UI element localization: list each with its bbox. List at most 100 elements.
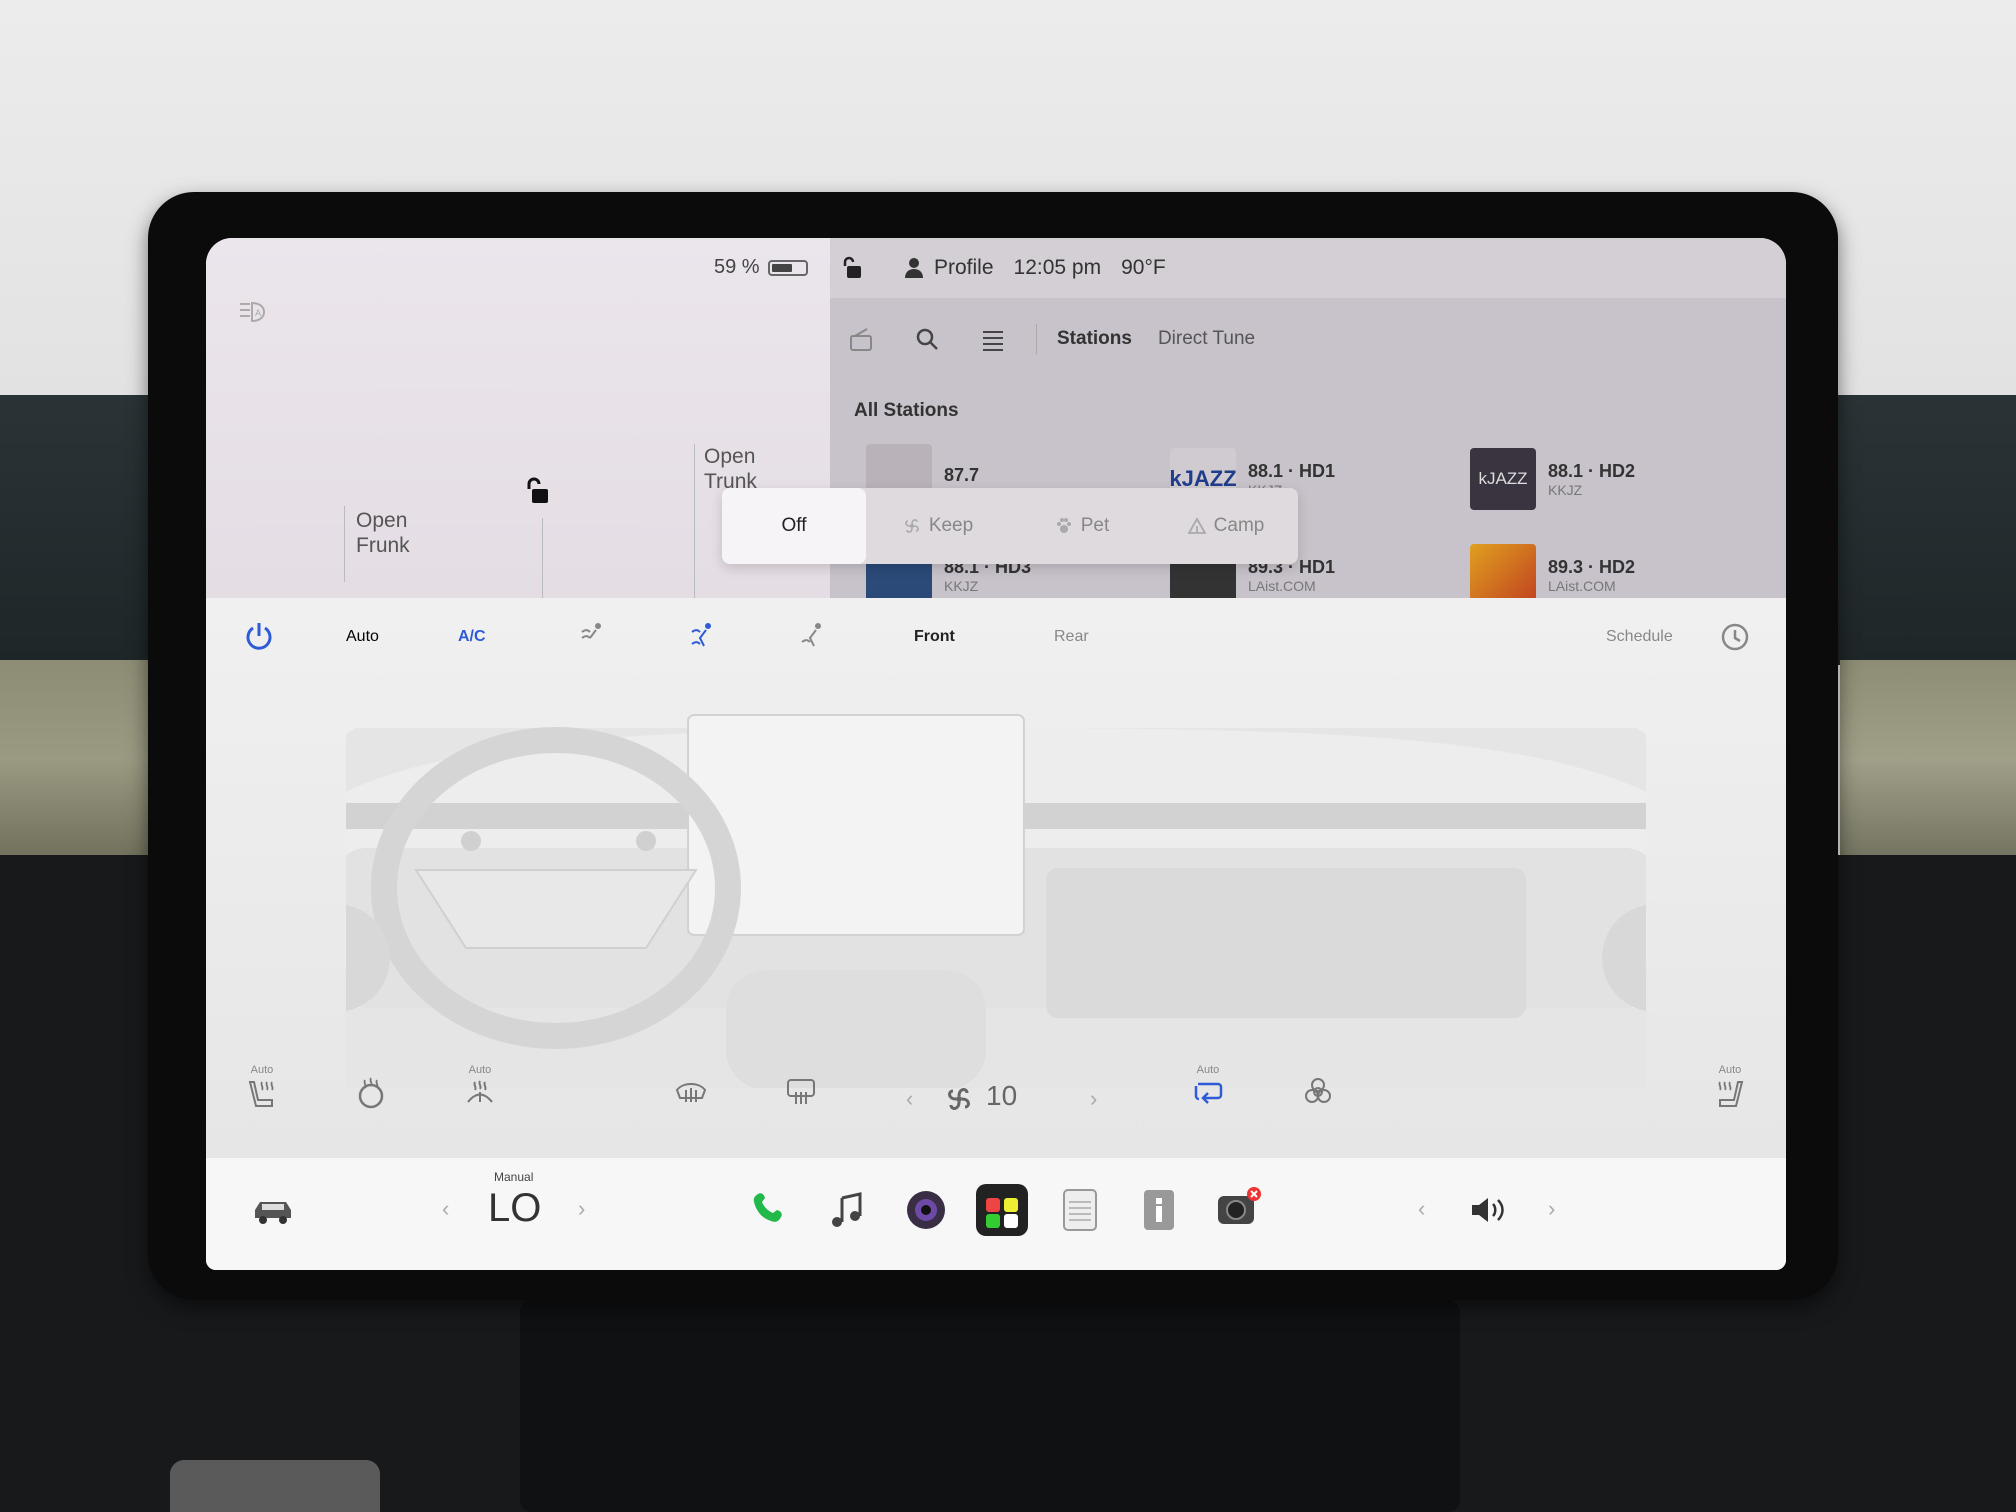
- station-item[interactable]: kJAZZ 88.1 · HD2 KKJZ: [1470, 448, 1635, 510]
- profile-icon: [905, 258, 923, 278]
- station-frequency: 88.1 · HD2: [1548, 460, 1636, 481]
- tab-direct-tune[interactable]: Direct Tune: [1158, 328, 1255, 350]
- steering-heat-button[interactable]: [354, 1076, 388, 1115]
- tab-stations[interactable]: Stations: [1057, 328, 1132, 350]
- battery-indicator: 59 %: [714, 256, 808, 279]
- rear-defrost-button[interactable]: [784, 1076, 818, 1113]
- open-frunk-label-2: Frunk: [356, 534, 410, 557]
- center-console: [520, 1300, 1460, 1512]
- station-name: KKJZ: [944, 577, 979, 594]
- steering-wheel-heat-icon: [358, 1077, 384, 1109]
- camera-icon[interactable]: [900, 1184, 952, 1236]
- queue-list-icon[interactable]: [980, 326, 1006, 352]
- seat-heat-icon: [1718, 1081, 1744, 1107]
- cabin-illustration: [346, 714, 1646, 1088]
- station-frequency: 89.3 · HD2: [1548, 556, 1636, 577]
- temp-up-arrow[interactable]: ›: [578, 1196, 585, 1222]
- fan-decrease-arrow[interactable]: ‹: [906, 1086, 913, 1112]
- tab-front[interactable]: Front: [914, 628, 955, 646]
- touchscreen: 59 % A Open Frunk Open Trunk Profile 12:…: [206, 238, 1786, 1270]
- volume-icon[interactable]: [1468, 1194, 1506, 1226]
- fan-speed-value: 10: [986, 1080, 1018, 1111]
- mode-keep[interactable]: Keep: [866, 488, 1010, 564]
- bioweapon-defense-button[interactable]: [1302, 1076, 1334, 1113]
- station-name: LAist.COM: [1248, 577, 1316, 594]
- car-icon[interactable]: [252, 1196, 294, 1226]
- the-current-logo: [1470, 544, 1536, 606]
- profile-button[interactable]: Profile: [904, 256, 994, 280]
- airflow-face-feet-icon[interactable]: [688, 620, 716, 650]
- search-icon[interactable]: [914, 326, 940, 352]
- profile-label: Profile: [934, 256, 994, 279]
- tent-icon: [1187, 517, 1206, 534]
- open-frunk-label-1: Open: [356, 509, 408, 532]
- open-frunk-button[interactable]: Open Frunk: [356, 508, 410, 558]
- station-frequency: 88.1 · HD1: [1248, 460, 1336, 481]
- station-item[interactable]: 89.3 · HD2 LAist.COM: [1470, 544, 1635, 606]
- seat-heat-icon: [248, 1081, 274, 1107]
- ac-button[interactable]: A/C: [458, 628, 486, 646]
- svg-text:A: A: [255, 309, 262, 319]
- media-toolbar: Stations Direct Tune: [848, 324, 1255, 354]
- wiper-heat-icon: [467, 1080, 493, 1103]
- clock: 12:05 pm: [1013, 256, 1102, 279]
- mode-camp[interactable]: Camp: [1154, 488, 1298, 564]
- station-frequency: 87.7: [944, 464, 980, 485]
- climate-keep-mode-selector: Off Keep Pet Camp: [722, 488, 1298, 564]
- bottom-bar: ‹ Manual LO › ‹ ›: [206, 1158, 1786, 1270]
- manual-icon[interactable]: [1132, 1184, 1184, 1236]
- fan-icon: [948, 1088, 970, 1110]
- recirculate-button[interactable]: Auto: [1192, 1064, 1224, 1113]
- schedule-button[interactable]: Schedule: [1606, 628, 1673, 646]
- trunk-divider: [694, 444, 695, 598]
- lock-line: [542, 518, 543, 598]
- passenger-seat-heater[interactable]: Auto: [1714, 1064, 1746, 1115]
- open-trunk-label-1: Open: [704, 445, 756, 468]
- dashcam-icon[interactable]: [1210, 1184, 1262, 1236]
- wood-trim-right: [1840, 660, 2016, 860]
- biohazard-icon: [1305, 1078, 1331, 1103]
- paw-icon: [1056, 518, 1071, 533]
- auto-tag: Auto: [1196, 1064, 1220, 1076]
- mode-off[interactable]: Off: [722, 488, 866, 564]
- climate-panel: Auto A/C Front Rear Schedule Auto Auto ‹…: [206, 598, 1786, 1158]
- auto-tag: Auto: [250, 1064, 274, 1076]
- power-icon[interactable]: [244, 620, 274, 652]
- pedal: [170, 1460, 380, 1512]
- mode-camp-label: Camp: [1213, 515, 1265, 536]
- airflow-feet-icon[interactable]: [798, 620, 826, 650]
- phone-icon[interactable]: [744, 1184, 796, 1236]
- toybox-icon[interactable]: [976, 1184, 1028, 1236]
- auto-tag: Auto: [468, 1064, 492, 1076]
- volume-down-arrow[interactable]: ‹: [1418, 1196, 1425, 1222]
- mode-keep-label: Keep: [928, 515, 974, 536]
- recirculate-icon: [1194, 1082, 1223, 1104]
- airflow-face-icon[interactable]: [578, 620, 606, 650]
- temp-down-arrow[interactable]: ‹: [442, 1196, 449, 1222]
- cabin-temperature[interactable]: LO: [488, 1186, 541, 1231]
- section-title: All Stations: [854, 400, 959, 421]
- music-icon[interactable]: [822, 1184, 874, 1236]
- wiper-defrost-button[interactable]: Auto: [464, 1064, 496, 1115]
- driver-seat-heater[interactable]: Auto: [246, 1064, 278, 1115]
- auto-climate-button[interactable]: Auto: [346, 628, 379, 646]
- clock-icon[interactable]: [1720, 622, 1750, 652]
- radio-source-icon[interactable]: [848, 326, 874, 352]
- toolbar-divider: [1036, 324, 1037, 354]
- temp-mode-label: Manual: [494, 1170, 534, 1184]
- volume-up-arrow[interactable]: ›: [1548, 1196, 1555, 1222]
- rear-defrost-icon: [787, 1079, 815, 1104]
- lock-status-icon[interactable]: [842, 256, 864, 280]
- calendar-icon[interactable]: [1054, 1184, 1106, 1236]
- front-defrost-button[interactable]: [674, 1076, 708, 1113]
- mode-off-label: Off: [781, 515, 807, 536]
- status-bar: Profile 12:05 pm 90°F: [830, 238, 1786, 298]
- open-trunk-button[interactable]: Open Trunk: [704, 444, 757, 494]
- unlock-icon[interactable]: [524, 476, 552, 506]
- tab-rear[interactable]: Rear: [1054, 628, 1089, 646]
- fan-increase-arrow[interactable]: ›: [1090, 1086, 1097, 1112]
- battery-icon: [767, 259, 808, 276]
- fan-icon: [905, 519, 919, 533]
- auto-headlight-icon[interactable]: A: [236, 300, 268, 324]
- mode-pet[interactable]: Pet: [1010, 488, 1154, 564]
